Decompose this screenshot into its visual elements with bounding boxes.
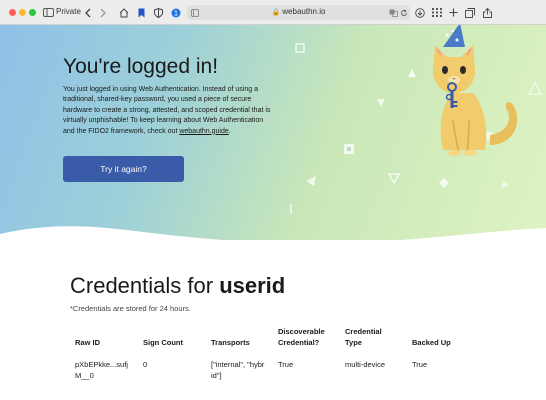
cell-backed-up: True (412, 360, 428, 369)
shield-icon[interactable] (153, 5, 163, 20)
address-bar[interactable]: 🔒 webauthn.io (187, 5, 410, 20)
forward-icon[interactable] (98, 5, 107, 20)
column-header-credential-type: Credential Type (345, 326, 382, 348)
column-header-sign-count: Sign Count (143, 338, 183, 347)
column-header-type-line-1: Credential (345, 327, 382, 336)
bookmark-icon[interactable] (137, 5, 146, 20)
tabs-overview-icon[interactable] (465, 5, 475, 20)
back-icon[interactable] (83, 5, 92, 20)
cell-credential-type: multi-device (345, 360, 386, 369)
browser-toolbar: Private 1 🔒 webauthn.io (0, 0, 546, 25)
share-icon[interactable] (482, 5, 492, 20)
credentials-note: *Credentials are stored for 24 hours. (70, 304, 191, 313)
credentials-title-prefix: Credentials for (70, 273, 220, 298)
reload-icon[interactable] (399, 7, 409, 18)
hero-text: You just logged in using Web Authenticat… (63, 86, 271, 135)
cell-sign-count: 0 (143, 360, 148, 369)
column-header-discoverable-line-2: Credential? (278, 338, 320, 347)
new-tab-icon[interactable] (448, 5, 458, 20)
decor-line-icon (290, 204, 292, 214)
credentials-title: Credentials for userid (70, 273, 285, 299)
decor-square-icon (295, 43, 305, 53)
column-header-backed-up: Backed Up (412, 338, 451, 347)
username: userid (219, 273, 286, 298)
cell-transports: ["internal", "hybr id"] (211, 359, 264, 381)
column-header-discoverable: Discoverable Credential? (278, 326, 325, 348)
page-title: You're logged in! (63, 55, 219, 78)
decor-square-icon (344, 144, 354, 154)
cat-mascot-icon (433, 25, 518, 156)
hero-section: You're logged in! You just logged in usi… (0, 25, 546, 240)
column-header-type-line-2: Type (345, 338, 362, 347)
sidebar-icon[interactable] (43, 5, 54, 20)
zoom-window-button[interactable] (29, 9, 36, 16)
decor-triangle-icon (388, 173, 400, 185)
private-label: Private (56, 7, 81, 16)
webauthn-guide-link[interactable]: webauthn.guide (179, 128, 228, 135)
cell-raw-id-line-1: pXbEPkke...sufj (75, 360, 128, 369)
column-header-transports: Transports (211, 338, 250, 347)
decor-triangle-icon (501, 181, 509, 189)
column-header-discoverable-line-1: Discoverable (278, 327, 325, 336)
svg-text:1: 1 (173, 9, 177, 17)
url-display[interactable]: 🔒 webauthn.io (187, 7, 410, 16)
cell-transports-line-2: id"] (211, 371, 222, 380)
close-window-button[interactable] (9, 9, 16, 16)
extension-icon[interactable]: 1 (170, 5, 181, 20)
decor-triangle-icon (306, 176, 316, 186)
cell-raw-id-line-2: M__0 (75, 371, 94, 380)
translate-icon[interactable] (388, 7, 398, 18)
cell-raw-id: pXbEPkke...sufj M__0 (75, 359, 128, 381)
download-icon[interactable] (414, 5, 425, 20)
decor-diamond-icon (439, 178, 449, 188)
minimize-window-button[interactable] (19, 9, 26, 16)
try-again-button[interactable]: Try it again? (63, 156, 184, 182)
wave-divider (0, 226, 546, 240)
cell-discoverable: True (278, 360, 294, 369)
home-icon[interactable] (118, 5, 129, 20)
grid-icon[interactable] (431, 5, 442, 20)
hero-description: You just logged in using Web Authenticat… (63, 85, 273, 137)
url-text: webauthn.io (282, 7, 326, 16)
decor-triangle-icon (377, 99, 385, 107)
column-header-raw-id: Raw ID (75, 338, 101, 347)
lock-icon: 🔒 (271, 9, 281, 16)
hero-text-end: . (228, 127, 231, 135)
cell-transports-line-1: ["internal", "hybr (211, 360, 265, 369)
